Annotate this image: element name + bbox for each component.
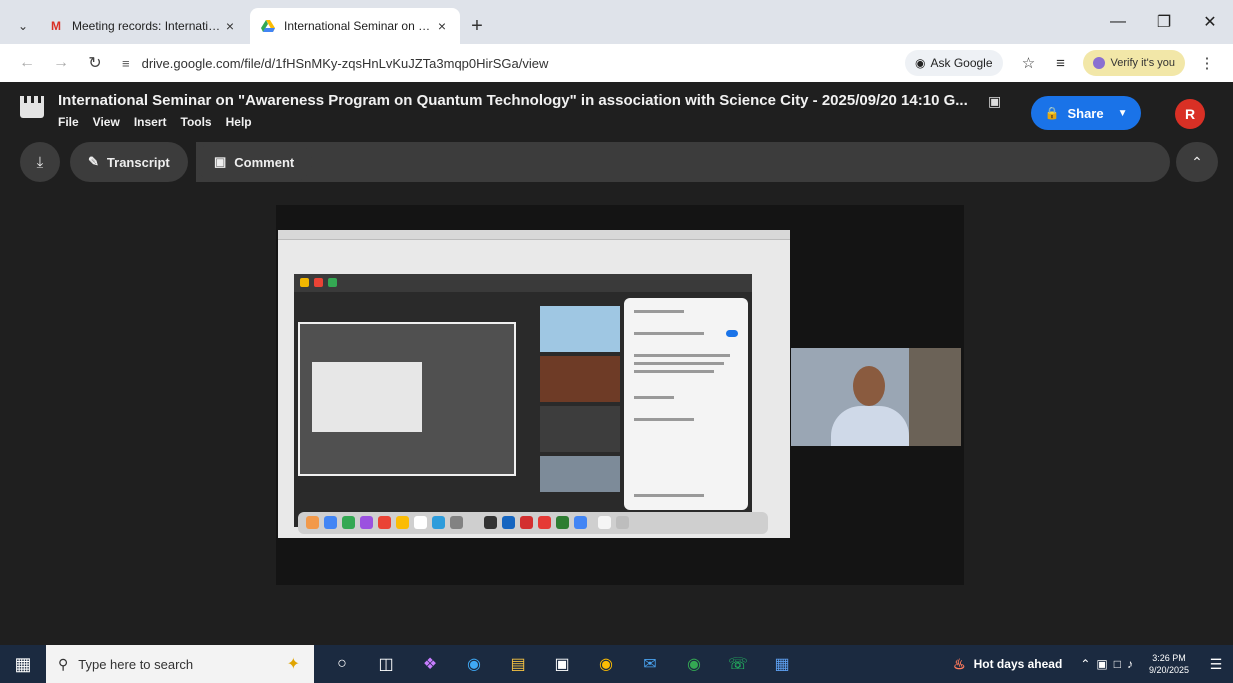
- restore-icon[interactable]: ❐: [1141, 0, 1187, 44]
- url-field[interactable]: ≡ drive.google.com/file/d/1fHSnMKy-zqsHn…: [112, 48, 905, 78]
- whatsapp-icon[interactable]: ☏: [716, 645, 760, 683]
- chevron-down-icon[interactable]: ▼: [1118, 108, 1128, 119]
- shared-menu-bar: [278, 230, 790, 240]
- chrome-active-icon[interactable]: ◉: [672, 645, 716, 683]
- ask-google-label: Ask Google: [930, 56, 993, 70]
- site-settings-icon[interactable]: ≡: [122, 56, 130, 71]
- close-window-icon[interactable]: ✕: [1187, 0, 1233, 44]
- nested-meeting-bar: [294, 274, 752, 292]
- lens-icon: ◉: [915, 56, 926, 70]
- menu-tools[interactable]: Tools: [181, 115, 212, 129]
- clock-time: 3:26 PM: [1152, 653, 1186, 663]
- pinned-apps: ○ ◫ ❖ ◉ ▤ ▣ ◉ ✉ ◉ ☏ ▦: [320, 645, 804, 683]
- menu-insert[interactable]: Insert: [134, 115, 167, 129]
- transcript-label: Transcript: [106, 154, 170, 170]
- taskbar-clock[interactable]: 3:26 PM 9/20/2025: [1149, 652, 1189, 676]
- menu-view[interactable]: View: [93, 115, 120, 129]
- participant-tile: [540, 356, 620, 402]
- clock-date: 9/20/2025: [1148, 665, 1189, 675]
- tray-icons[interactable]: ⌃▣□♪: [1080, 657, 1139, 671]
- minimize-icon[interactable]: —: [1095, 0, 1141, 44]
- copilot-icon[interactable]: ❖: [408, 645, 452, 683]
- mail-icon[interactable]: ✉: [628, 645, 672, 683]
- tab-international-seminar[interactable]: International Seminar on "Awa ×: [250, 8, 460, 44]
- forward-arrow-icon[interactable]: →: [44, 48, 78, 78]
- ask-google-button[interactable]: ◉ Ask Google: [905, 50, 1003, 76]
- transcript-icon: ✎: [88, 154, 99, 169]
- lock-icon: 🔒: [1044, 106, 1060, 120]
- chrome-icon[interactable]: ◉: [584, 645, 628, 683]
- video-file-icon: [20, 96, 44, 118]
- back-arrow-icon[interactable]: ←: [10, 48, 44, 78]
- reading-list-icon[interactable]: ≡: [1045, 48, 1077, 78]
- system-tray: ♨ Hot days ahead ⌃▣□♪ 3:26 PM 9/20/2025 …: [953, 645, 1233, 683]
- participant-tile: [540, 306, 620, 352]
- window-controls: — ❐ ✕: [1095, 0, 1233, 44]
- tab-meeting-records[interactable]: M Meeting records: Internationa ×: [38, 8, 248, 44]
- download-icon[interactable]: ⤓: [20, 142, 60, 182]
- share-label: Share: [1067, 105, 1104, 121]
- toolbar-track: [196, 142, 1170, 182]
- drive-video-viewer: International Seminar on "Awareness Prog…: [0, 82, 1233, 645]
- verify-identity-button[interactable]: Verify it's you: [1082, 50, 1185, 76]
- account-avatar[interactable]: R: [1175, 99, 1205, 129]
- taskbar-search-box[interactable]: ⚲ Type here to search ✦: [46, 645, 314, 683]
- chat-panel: [624, 298, 748, 510]
- search-icon: ⚲: [58, 655, 69, 672]
- verify-label: Verify it's you: [1110, 57, 1175, 69]
- screen: ⌄ M Meeting records: Internationa × Inte…: [0, 0, 1233, 683]
- cortana-icon[interactable]: ○: [320, 645, 364, 683]
- file-title: International Seminar on "Awareness Prog…: [58, 92, 968, 109]
- transcript-button[interactable]: ✎ Transcript: [70, 142, 188, 182]
- reload-icon[interactable]: ↻: [78, 48, 112, 78]
- collapse-chevron-up-icon[interactable]: ⌃: [1176, 142, 1218, 182]
- bookmark-star-icon[interactable]: ☆: [1013, 48, 1045, 78]
- nested-screen-share-inner: [312, 362, 422, 432]
- url-text: drive.google.com/file/d/1fHSnMKy-zqsHnLv…: [141, 55, 549, 71]
- comment-button[interactable]: ▣ Comment: [196, 142, 313, 182]
- gmail-icon: M: [51, 19, 61, 33]
- viewer-menu: File View Insert Tools Help: [58, 115, 252, 129]
- search-placeholder: Type here to search: [78, 656, 194, 672]
- menu-help[interactable]: Help: [226, 115, 252, 129]
- photos-icon[interactable]: ▦: [760, 645, 804, 683]
- tab-search-chevron-icon[interactable]: ⌄: [8, 8, 38, 44]
- video-player[interactable]: [276, 205, 964, 585]
- address-bar: ← → ↻ ≡ drive.google.com/file/d/1fHSnMKy…: [0, 44, 1233, 82]
- profile-icon: [1092, 57, 1105, 69]
- close-tab-icon[interactable]: ×: [434, 18, 450, 34]
- comment-icon: ▣: [214, 154, 227, 169]
- participant-tile: [540, 456, 620, 492]
- toggle-switch-icon: [726, 330, 738, 337]
- drive-icon: [260, 19, 276, 33]
- mac-dock: [298, 512, 768, 534]
- speaker-video-tile: [791, 348, 961, 446]
- edge-icon[interactable]: ◉: [452, 645, 496, 683]
- copilot-sparkle-icon: ✦: [286, 656, 300, 673]
- notification-icon[interactable]: ☰: [1199, 645, 1233, 683]
- tab-title: Meeting records: Internationa: [72, 19, 222, 33]
- more-options-icon[interactable]: ⋮: [1191, 48, 1223, 78]
- comment-label: Comment: [234, 154, 295, 170]
- new-tab-button[interactable]: +: [462, 8, 492, 44]
- move-to-folder-icon[interactable]: ▣: [988, 93, 1001, 110]
- thermometer-icon: ♨: [953, 655, 966, 672]
- tab-title: International Seminar on "Awa: [284, 19, 434, 33]
- share-button[interactable]: 🔒 Share ▼: [1031, 96, 1141, 130]
- close-tab-icon[interactable]: ×: [222, 18, 238, 34]
- windows-taskbar: ▦ ⚲ Type here to search ✦ ○ ◫ ❖ ◉ ▤ ▣ ◉ …: [0, 645, 1233, 683]
- browser-tab-strip: ⌄ M Meeting records: Internationa × Inte…: [0, 0, 1233, 44]
- shared-screen: [278, 230, 790, 538]
- file-explorer-icon[interactable]: ▤: [496, 645, 540, 683]
- weather-widget[interactable]: ♨ Hot days ahead: [953, 656, 1062, 673]
- windows-start-icon[interactable]: ▦: [0, 645, 46, 683]
- microsoft-store-icon[interactable]: ▣: [540, 645, 584, 683]
- viewer-header: International Seminar on "Awareness Prog…: [0, 82, 1233, 140]
- weather-text: Hot days ahead: [973, 657, 1063, 671]
- task-view-icon[interactable]: ◫: [364, 645, 408, 683]
- viewer-toolbar: ⤓ ✎ Transcript ▣ Comment ⌃: [18, 140, 1218, 184]
- participant-tile: [540, 406, 620, 452]
- menu-file[interactable]: File: [58, 115, 79, 129]
